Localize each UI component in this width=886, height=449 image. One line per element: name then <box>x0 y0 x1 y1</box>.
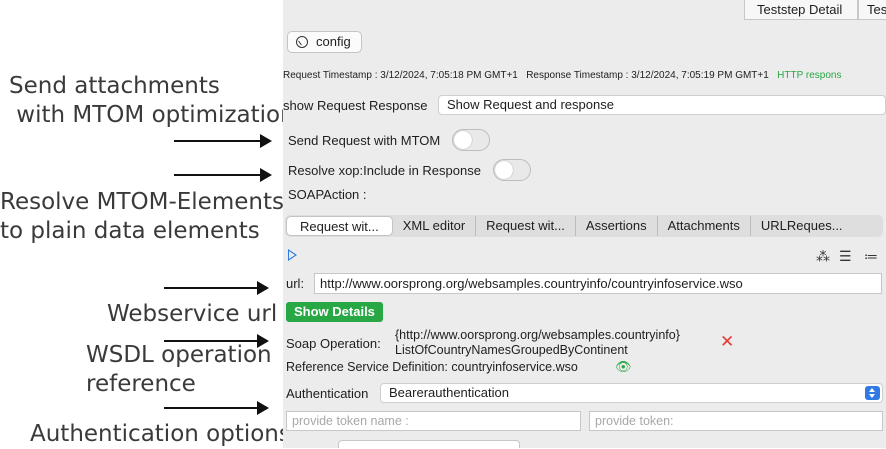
annotation-url: Webservice url <box>107 301 278 327</box>
format-icon[interactable]: ☰ <box>839 248 852 265</box>
soap-action-label: SOAPAction : <box>288 187 367 202</box>
url-input[interactable]: http://www.oorsprong.org/websamples.coun… <box>314 273 882 294</box>
soap-operation-value: {http://www.oorsprong.org/websamples.cou… <box>395 328 680 358</box>
list-icon[interactable]: ≔ <box>864 248 878 265</box>
play-icon[interactable] <box>288 249 297 261</box>
gear-icon <box>296 36 308 48</box>
token-input[interactable]: provide token: <box>589 411 883 431</box>
annotation-mtom: Send attachments with MTOM optimization <box>9 73 295 128</box>
soap-operation-label: Soap Operation: <box>286 336 381 351</box>
show-request-label: show Request Response <box>283 98 428 113</box>
binoculars-icon[interactable]: 👁 <box>615 359 632 375</box>
config-button[interactable]: config <box>287 31 362 53</box>
annotation-wsdl: WSDL operation reference <box>86 342 272 397</box>
top-tabs: Teststep Detail Tes <box>283 0 886 22</box>
config-label: config <box>316 34 351 49</box>
soap-operation-name: ListOfCountryNamesGroupedByContinent <box>395 343 628 357</box>
tab-url-request[interactable]: URLReques... <box>751 216 853 236</box>
loading-icon[interactable]: ⁂ <box>816 248 830 265</box>
tab-request-with-2[interactable]: Request wit... <box>476 216 576 236</box>
select-stepper-icon <box>865 386 880 400</box>
resolve-xop-toggle[interactable] <box>493 159 531 181</box>
show-request-select[interactable]: Show Request and response <box>438 95 886 115</box>
arrow-auth <box>164 401 269 415</box>
bottom-select[interactable] <box>338 440 520 448</box>
tab-testsuite[interactable]: Tes <box>858 0 886 20</box>
tab-xml-editor[interactable]: XML editor <box>393 216 477 236</box>
authentication-value: Bearerauthentication <box>389 385 509 400</box>
show-details-button[interactable]: Show Details <box>286 302 383 322</box>
token-name-input[interactable]: provide token name : <box>286 411 581 431</box>
request-timestamp: Request Timestamp : 3/12/2024, 7:05:18 P… <box>283 70 518 81</box>
response-timestamp: Response Timestamp : 3/12/2024, 7:05:19 … <box>526 70 769 81</box>
arrow-resolve <box>174 168 272 182</box>
resolve-xop-label: Resolve xop:Include in Response <box>288 163 481 178</box>
http-status: HTTP respons <box>777 70 842 81</box>
authentication-label: Authentication <box>286 386 369 401</box>
arrow-url <box>164 281 269 295</box>
send-mtom-label: Send Request with MTOM <box>288 133 441 148</box>
send-mtom-toggle[interactable] <box>452 129 490 151</box>
arrow-mtom <box>174 134 272 148</box>
tab-request-with[interactable]: Request wit... <box>286 216 393 236</box>
soap-operation-namespace: {http://www.oorsprong.org/websamples.cou… <box>395 328 680 342</box>
teststep-panel: Teststep Detail Tes config Request Times… <box>283 0 886 448</box>
tab-attachments[interactable]: Attachments <box>658 216 751 236</box>
annotation-auth: Authentication options <box>30 421 291 447</box>
reference-service-definition: Reference Service Definition: countryinf… <box>286 360 578 374</box>
url-label: url: <box>286 276 305 291</box>
tab-teststep-detail[interactable]: Teststep Detail <box>744 0 858 20</box>
tab-assertions[interactable]: Assertions <box>576 216 658 236</box>
annotation-resolve: Resolve MTOM-Elements to plain data elem… <box>0 189 284 244</box>
authentication-select[interactable]: Bearerauthentication <box>380 383 883 403</box>
request-tabs: Request wit... XML editor Request wit...… <box>285 215 883 237</box>
timestamps: Request Timestamp : 3/12/2024, 7:05:18 P… <box>283 70 841 81</box>
remove-icon[interactable]: ✕ <box>720 333 734 350</box>
